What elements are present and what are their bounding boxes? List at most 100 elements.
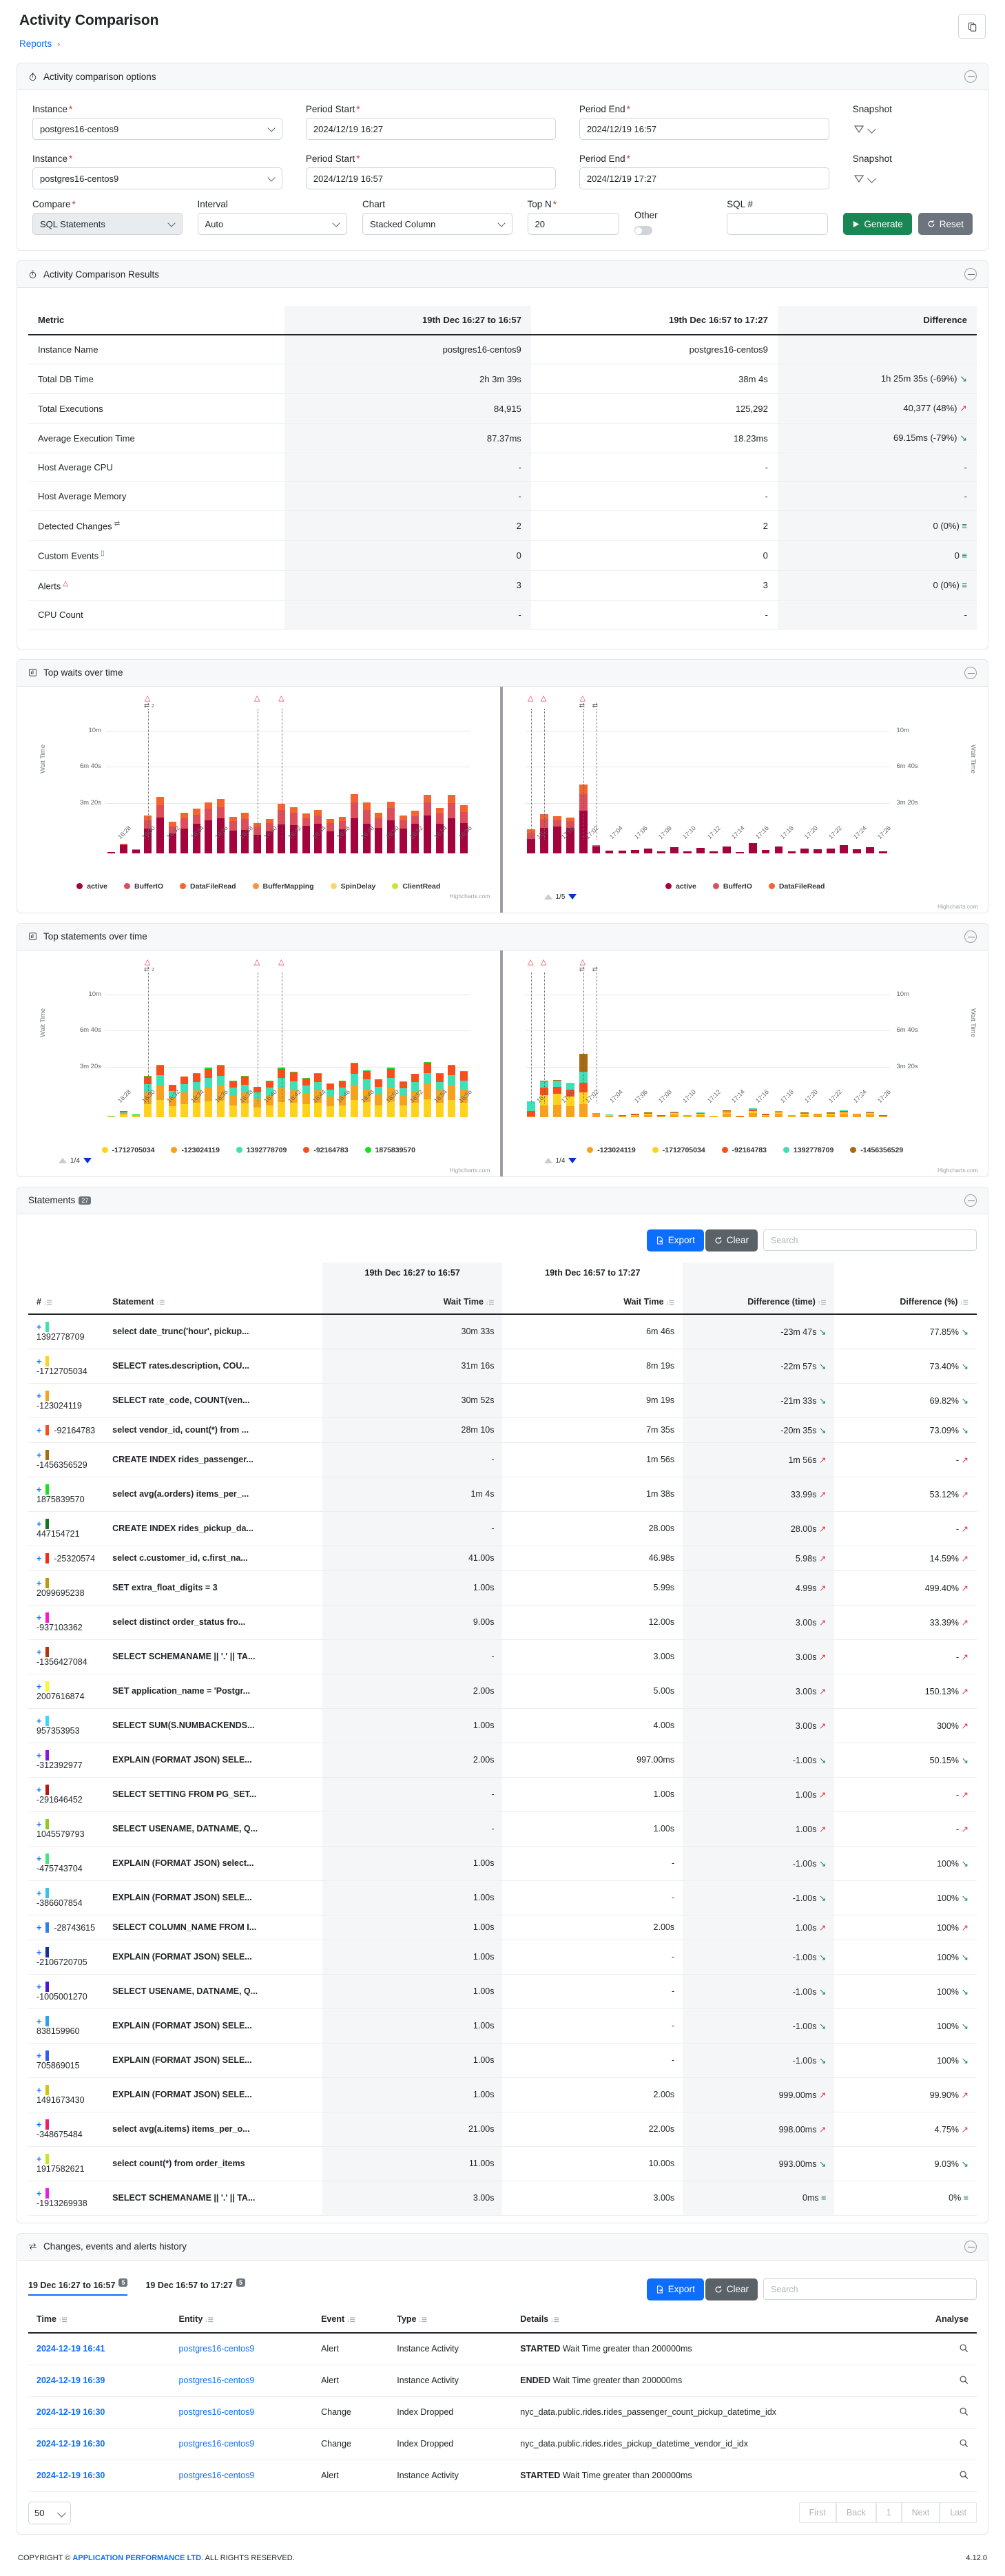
expand-icon[interactable]: +: [37, 1982, 41, 1992]
legend-item[interactable]: -1456356529: [850, 1146, 903, 1154]
generate-button[interactable]: Generate: [843, 213, 911, 235]
copy-link-button[interactable]: [958, 14, 986, 39]
search-icon[interactable]: [959, 2407, 968, 2416]
history-col-entity[interactable]: Entity↓☰: [171, 2306, 313, 2333]
expand-icon[interactable]: +: [37, 1322, 41, 1332]
statement-id-cell[interactable]: +-291646452: [28, 1777, 104, 1811]
legend-item[interactable]: -1712705034: [652, 1146, 705, 1154]
statement-id-cell[interactable]: +-1913269938: [28, 2181, 104, 2215]
top-waits-chart-left[interactable]: Wait Time3m 20s6m 40s10m16:2816:3016:321…: [17, 687, 503, 913]
legend-item[interactable]: BufferIO: [124, 882, 163, 891]
sql-input[interactable]: [727, 213, 828, 235]
change-marker-icon[interactable]: ⇄ 2: [144, 702, 154, 709]
snapshot-filter-icon[interactable]: [854, 175, 864, 183]
history-col-event[interactable]: Event↓☰: [313, 2306, 388, 2333]
period-start-input-2[interactable]: 2024/12/19 16:57: [306, 167, 556, 189]
table-row[interactable]: +2099695238SET extra_float_digits = 31.0…: [28, 1570, 977, 1605]
change-marker-icon[interactable]: ⇄: [592, 702, 598, 709]
statement-id-cell[interactable]: +-312392977: [28, 1743, 104, 1777]
history-collapse-toggle[interactable]: [964, 2241, 977, 2253]
table-row[interactable]: +-1712705034SELECT rates.description, CO…: [28, 1349, 977, 1383]
statement-text[interactable]: EXPLAIN (FORMAT JSON) SELE...: [104, 1880, 322, 1915]
change-marker-icon[interactable]: ⇄ 2: [144, 966, 154, 973]
statement-id-cell[interactable]: +838159960: [28, 2008, 104, 2043]
sort-icon[interactable]: ↓☰: [960, 1299, 968, 1306]
instance-select-2[interactable]: postgres16-centos9: [32, 167, 282, 189]
statement-id-cell[interactable]: +-1456356529: [28, 1442, 104, 1477]
table-row[interactable]: +-92164783select vendor_id, count(*) fro…: [28, 1417, 977, 1442]
table-row[interactable]: +-1356427084SELECT SCHEMANAME || '.' || …: [28, 1639, 977, 1674]
expand-icon[interactable]: +: [37, 1426, 41, 1435]
history-entity[interactable]: postgres16-centos9: [171, 2396, 313, 2428]
table-row[interactable]: +-475743704EXPLAIN (FORMAT JSON) select.…: [28, 1846, 977, 1880]
table-row[interactable]: +-312392977EXPLAIN (FORMAT JSON) SELE...…: [28, 1743, 977, 1777]
table-row[interactable]: +2007616874SET application_name = 'Postg…: [28, 1674, 977, 1708]
history-analyse-cell[interactable]: [891, 2333, 977, 2365]
instance-select-1[interactable]: postgres16-centos9: [32, 118, 282, 140]
statement-text[interactable]: SET application_name = 'Postgr...: [104, 1674, 322, 1708]
table-row[interactable]: +-2106720705EXPLAIN (FORMAT JSON) SELE..…: [28, 1940, 977, 1974]
history-analyse-cell[interactable]: [891, 2365, 977, 2396]
expand-icon[interactable]: +: [37, 2017, 41, 2026]
alert-marker-icon[interactable]: △: [541, 957, 546, 966]
expand-icon[interactable]: +: [37, 1648, 41, 1657]
statement-id-cell[interactable]: +2099695238: [28, 1570, 104, 1605]
statement-id-cell[interactable]: +2007616874: [28, 1674, 104, 1708]
statement-id-cell[interactable]: +1392778709: [28, 1314, 104, 1349]
history-entity[interactable]: postgres16-centos9: [171, 2428, 313, 2460]
snapshot-chevron-down-icon[interactable]: [867, 174, 876, 183]
search-icon[interactable]: [959, 2470, 968, 2480]
statements-col-statement[interactable]: Statement↓☰: [104, 1290, 322, 1314]
statement-id-cell[interactable]: +705869015: [28, 2043, 104, 2077]
expand-icon[interactable]: +: [37, 1820, 41, 1829]
legend-item[interactable]: 1875839570: [365, 1146, 415, 1154]
legend-item[interactable]: active: [665, 882, 696, 891]
sort-icon[interactable]: ↓☰: [156, 1299, 165, 1306]
expand-icon[interactable]: +: [37, 1613, 41, 1623]
statement-id-cell[interactable]: +-1712705034: [28, 1349, 104, 1383]
results-collapse-toggle[interactable]: [964, 268, 977, 280]
sort-icon[interactable]: ↓☰: [486, 1299, 495, 1306]
period-end-input-1[interactable]: 2024/12/19 16:57: [579, 118, 829, 140]
history-col-details[interactable]: Details↓☰: [512, 2306, 891, 2333]
history-clear-button[interactable]: Clear: [705, 2278, 758, 2300]
expand-icon[interactable]: +: [37, 1579, 41, 1588]
snapshot-filter-icon[interactable]: [854, 125, 864, 133]
statements-col-wait-a[interactable]: Wait Time↓☰: [322, 1290, 503, 1314]
statement-text[interactable]: select avg(a.orders) items_per_...: [104, 1477, 322, 1511]
expand-icon[interactable]: +: [37, 2120, 41, 2130]
table-row[interactable]: +-25320574select c.customer_id, c.first_…: [28, 1546, 977, 1570]
statement-text[interactable]: CREATE INDEX rides_passenger...: [104, 1442, 322, 1477]
expand-icon[interactable]: +: [37, 1554, 41, 1564]
expand-icon[interactable]: +: [37, 1889, 41, 1898]
history-analyse-cell[interactable]: [891, 2396, 977, 2428]
legend-item[interactable]: SpinDelay: [331, 882, 376, 891]
statement-id-cell[interactable]: +-475743704: [28, 1846, 104, 1880]
table-row[interactable]: +-1005001270SELECT USENAME, DATNAME, Q..…: [28, 1974, 977, 2008]
table-row[interactable]: +1045579793SELECT USENAME, DATNAME, Q...…: [28, 1811, 977, 1846]
history-tab-0[interactable]: 19 Dec 16:27 to 16:575: [28, 2278, 127, 2296]
history-tab-1[interactable]: 19 Dec 16:57 to 17:275: [145, 2278, 245, 2294]
history-search-input[interactable]: Search: [763, 2278, 977, 2300]
table-row[interactable]: +-28743615SELECT COLUMN_NAME FROM I...1.…: [28, 1915, 977, 1940]
series-page-up-icon[interactable]: [59, 1158, 67, 1163]
top-statements-collapse-toggle[interactable]: [964, 931, 977, 943]
search-icon[interactable]: [959, 2438, 968, 2448]
history-time[interactable]: 2024-12-19 16:30: [28, 2396, 171, 2428]
table-row[interactable]: +838159960EXPLAIN (FORMAT JSON) SELE...1…: [28, 2008, 977, 2043]
legend-item[interactable]: -123024119: [587, 1146, 635, 1154]
chart-series-pager[interactable]: 1/4: [544, 1157, 986, 1165]
statement-text[interactable]: EXPLAIN (FORMAT JSON) SELE...: [104, 1743, 322, 1777]
statement-id-cell[interactable]: +-1356427084: [28, 1639, 104, 1674]
series-page-up-icon[interactable]: [544, 894, 552, 900]
snapshot-controls-2[interactable]: [853, 167, 973, 189]
statement-id-cell[interactable]: +-2106720705: [28, 1940, 104, 1974]
legend-item[interactable]: DataFileRead: [180, 882, 236, 891]
expand-icon[interactable]: +: [37, 1923, 41, 1933]
statement-text[interactable]: EXPLAIN (FORMAT JSON) select...: [104, 1846, 322, 1880]
table-row[interactable]: +705869015EXPLAIN (FORMAT JSON) SELE...1…: [28, 2043, 977, 2077]
sort-icon[interactable]: ↓☰: [43, 1299, 52, 1306]
statements-collapse-toggle[interactable]: [964, 1194, 977, 1207]
change-marker-icon[interactable]: ⇄: [579, 966, 585, 973]
history-export-button[interactable]: Export: [647, 2278, 704, 2300]
